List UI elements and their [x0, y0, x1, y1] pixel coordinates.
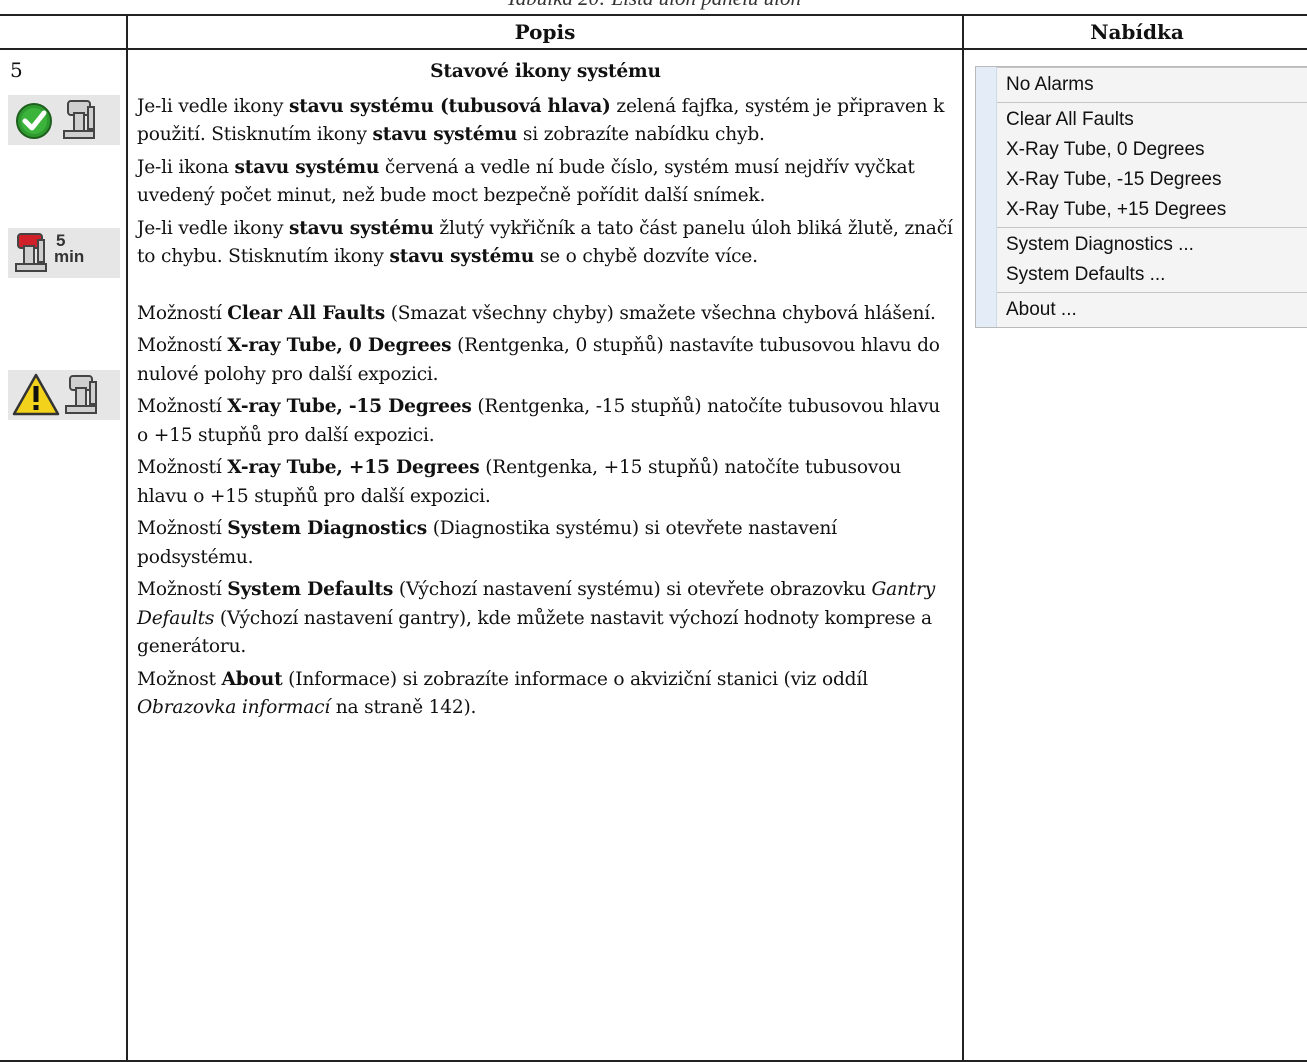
menu-group-about: About ... — [976, 292, 1307, 327]
menu-group-tube: Clear All Faults X-Ray Tube, 0 Degrees X… — [976, 102, 1307, 227]
menu-item-system-diagnostics[interactable]: System Diagnostics ... — [976, 230, 1307, 260]
paragraph-about: Možnost About (Informace) si zobrazíte i… — [137, 668, 868, 719]
timer-icon: 5 min — [8, 228, 120, 278]
header-popis: Popis — [126, 14, 964, 50]
system-warning-icon — [8, 370, 120, 420]
menu-item-clear-all-faults[interactable]: Clear All Faults — [976, 105, 1307, 135]
paragraph-diagnostics: Možností System Diagnostics (Diagnostika… — [137, 518, 837, 568]
section-title: Stavové ikony systému — [430, 61, 661, 82]
menu-group-system: System Diagnostics ... System Defaults .… — [976, 227, 1307, 292]
menu-item-about[interactable]: About ... — [976, 295, 1307, 325]
header-nabidka: Nabídka — [962, 14, 1307, 50]
menu-item-tube-0[interactable]: X-Ray Tube, 0 Degrees — [976, 135, 1307, 165]
row-number: 5 — [10, 58, 23, 82]
paragraph-ready: Je-li vedle ikony stavu systému (tubusov… — [137, 95, 945, 146]
paragraph-defaults: Možností System Defaults (Výchozí nastav… — [137, 579, 936, 657]
header-empty — [0, 14, 128, 50]
table-caption: Tabulka 20: Lišta úloh panelu úloh — [0, 0, 1307, 11]
paragraph-warning: Je-li vedle ikony stavu systému žlutý vy… — [137, 217, 953, 268]
timer-unit: min — [54, 247, 85, 266]
fault-menu: No Alarms Clear All Faults X-Ray Tube, 0… — [975, 66, 1307, 328]
system-ready-icon — [8, 95, 120, 145]
menu-item-system-defaults[interactable]: System Defaults ... — [976, 260, 1307, 290]
menu-item-tube-minus15[interactable]: X-Ray Tube, -15 Degrees — [976, 165, 1307, 195]
paragraph-tube-plus15: Možností X-ray Tube, +15 Degrees (Rentge… — [137, 457, 901, 507]
paragraph-clear-faults: Možností Clear All Faults (Smazat všechn… — [137, 302, 936, 324]
paragraph-tube-minus15: Možností X-ray Tube, -15 Degrees (Rentge… — [137, 396, 940, 446]
menu-group-status: No Alarms — [976, 67, 1307, 102]
paragraph-tube-0: Možností X-ray Tube, 0 Degrees (Rentgenk… — [137, 335, 940, 385]
menu-item-no-alarms[interactable]: No Alarms — [976, 70, 1307, 100]
menu-item-tube-plus15[interactable]: X-Ray Tube, +15 Degrees — [976, 195, 1307, 225]
table-header-row: Popis Nabídka — [0, 14, 1307, 50]
icon-column: 5 5 min — [0, 48, 128, 1062]
description-column: Stavové ikony systému Je-li vedle ikony … — [126, 48, 964, 1062]
paragraph-timer: Je-li ikona stavu systému červená a vedl… — [137, 156, 915, 207]
